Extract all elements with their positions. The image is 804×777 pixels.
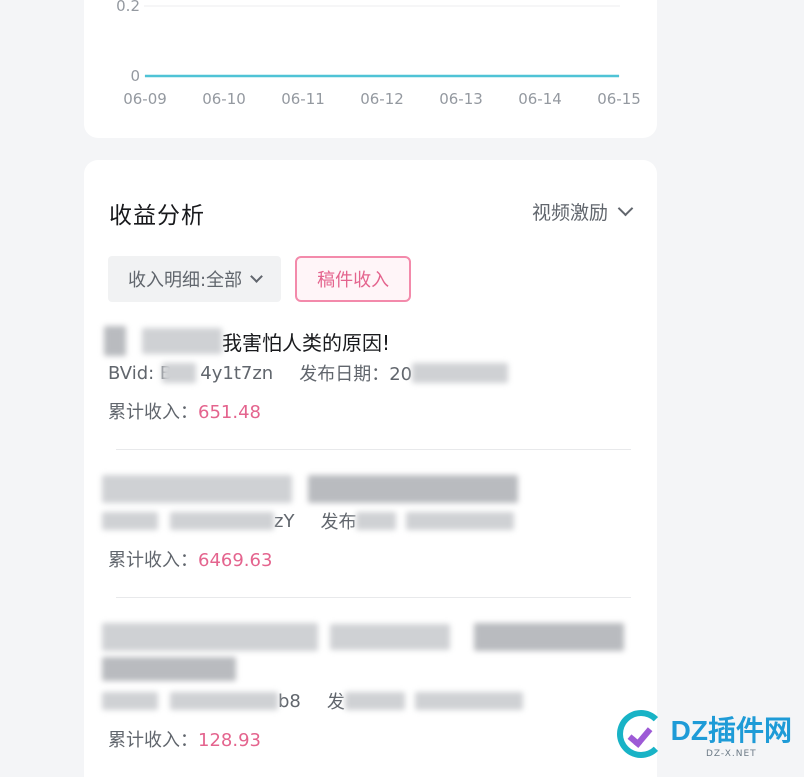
redacted-block bbox=[344, 692, 405, 710]
item-date: 发 bbox=[327, 688, 523, 714]
item-income: 累计收入：128.93 bbox=[108, 726, 633, 752]
redacted-block bbox=[104, 326, 126, 356]
income-label: 累计收入： bbox=[108, 402, 198, 423]
divider bbox=[116, 449, 631, 450]
y-tick-label: 0.2 bbox=[116, 0, 140, 15]
item-bvid-tail: 4y1t7zn bbox=[200, 362, 274, 384]
income-value: 6469.63 bbox=[198, 550, 273, 571]
chevron-down-icon bbox=[617, 200, 634, 217]
x-tick-label: 06-11 bbox=[281, 90, 325, 108]
trend-chart-card: 0 0.2 06-09 06-10 06-11 06-12 06-13 06-14 06-15 bbox=[84, 0, 657, 138]
list-item[interactable]: 我害怕人类的原因! BVid: B 4y1t7zn 发布日期：20 累计收入：6… bbox=[104, 326, 633, 424]
income-type-label: 视频激励 bbox=[531, 202, 608, 224]
item-bvid-tail: b8 bbox=[278, 690, 301, 712]
chevron-down-icon bbox=[250, 270, 263, 283]
income-label: 累计收入： bbox=[108, 550, 198, 571]
redacted-block bbox=[330, 624, 450, 650]
list-item[interactable]: b8 发 累计收入：128.93 bbox=[102, 622, 633, 752]
manuscript-income-button[interactable]: 稿件收入 bbox=[295, 256, 412, 302]
watermark-text: DZ插件网 DZ-X.NET bbox=[671, 709, 792, 759]
item-meta: zY 发布 bbox=[102, 508, 633, 534]
item-bvid: zY bbox=[102, 508, 295, 534]
income-label: 累计收入： bbox=[108, 730, 198, 751]
item-date-label: 发布日期：20 bbox=[299, 364, 413, 385]
income-detail-label: 收入明细:全部 bbox=[128, 270, 243, 291]
income-value: 651.48 bbox=[198, 402, 261, 423]
list-item[interactable]: zY 发布 累计收入：6469.63 bbox=[102, 474, 633, 572]
x-tick-label: 06-09 bbox=[123, 90, 167, 108]
y-tick-label: 0 bbox=[130, 67, 140, 85]
check-icon bbox=[627, 722, 653, 748]
income-detail-dropdown[interactable]: 收入明细:全部 bbox=[108, 256, 282, 302]
x-tick-label: 06-13 bbox=[439, 90, 483, 108]
trend-line-chart: 0 0.2 06-09 06-10 06-11 06-12 06-13 06-14 06-15 bbox=[116, 0, 641, 108]
watermark-main: DZ插件网 bbox=[670, 715, 792, 746]
section-title: 收益分析 bbox=[109, 203, 205, 229]
redacted-block bbox=[412, 363, 509, 383]
redacted-block bbox=[308, 475, 518, 503]
redacted-block bbox=[414, 692, 523, 710]
redacted-block bbox=[474, 623, 624, 651]
item-bvid: BVid: B 4y1t7zn bbox=[108, 360, 273, 386]
item-meta: b8 发 bbox=[102, 688, 633, 714]
item-title bbox=[102, 622, 633, 652]
item-bvid: b8 bbox=[102, 688, 301, 714]
x-tick-label: 06-14 bbox=[518, 90, 562, 108]
redacted-block bbox=[102, 475, 292, 503]
x-tick-label: 06-12 bbox=[360, 90, 404, 108]
redacted-block bbox=[142, 328, 222, 354]
watermark-sub: DZ-X.NET bbox=[705, 749, 757, 759]
item-date-label: 发 bbox=[326, 692, 345, 713]
item-date: 发布日期：20 bbox=[299, 360, 509, 386]
redacted-block bbox=[170, 692, 278, 710]
site-watermark: DZ插件网 DZ-X.NET bbox=[616, 709, 792, 759]
item-title-line2 bbox=[102, 654, 633, 684]
item-meta: BVid: B 4y1t7zn 发布日期：20 bbox=[108, 360, 633, 386]
item-income: 累计收入：651.48 bbox=[108, 398, 633, 424]
redacted-block bbox=[102, 512, 158, 530]
x-tick-label: 06-10 bbox=[202, 90, 246, 108]
item-title-text: 我害怕人类的原因! bbox=[222, 330, 391, 355]
item-title bbox=[102, 474, 633, 504]
watermark-logo-icon bbox=[616, 710, 665, 758]
income-analysis-card: 收益分析 视频激励 收入明细:全部 稿件收入 我害怕人类的原因! BVid: B… bbox=[84, 160, 657, 777]
item-income: 累计收入：6469.63 bbox=[108, 546, 633, 572]
redacted-block bbox=[406, 512, 515, 530]
redacted-block bbox=[102, 657, 236, 681]
redacted-block bbox=[356, 512, 397, 530]
item-bvid-tail: zY bbox=[274, 510, 295, 532]
redacted-block bbox=[102, 692, 158, 710]
filter-row: 收入明细:全部 稿件收入 bbox=[108, 256, 412, 302]
divider bbox=[116, 597, 631, 598]
redacted-block bbox=[102, 623, 318, 651]
income-value: 128.93 bbox=[198, 730, 261, 751]
item-title: 我害怕人类的原因! bbox=[104, 326, 633, 356]
redacted-block bbox=[170, 512, 274, 530]
item-date-label: 发布 bbox=[320, 512, 357, 533]
x-tick-label: 06-15 bbox=[597, 90, 641, 108]
item-date: 发布 bbox=[320, 508, 515, 534]
income-type-selector[interactable]: 视频激励 bbox=[531, 198, 634, 225]
redacted-block bbox=[162, 363, 197, 383]
